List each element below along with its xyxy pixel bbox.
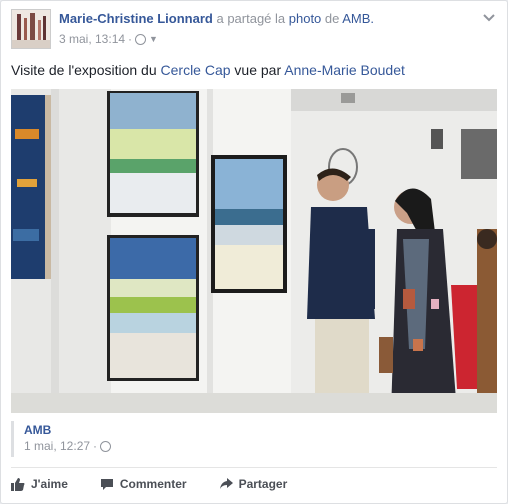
source-link[interactable]: AMB.	[342, 11, 374, 26]
author-name[interactable]: Marie-Christine Lionnard	[59, 11, 213, 26]
shared-meta: 1 mai, 12:27 ·	[24, 439, 112, 453]
shared-name[interactable]: AMB	[24, 423, 51, 437]
chevron-down-icon[interactable]	[483, 11, 495, 25]
cercle-cap-link[interactable]: Cercle Cap	[161, 62, 231, 78]
avatar-image	[12, 10, 50, 48]
de-text: de	[321, 11, 343, 26]
post-meta: 3 mai, 13:14 · ▼	[59, 32, 158, 46]
comment-label: Commenter	[119, 477, 187, 491]
share-icon	[219, 478, 233, 489]
comment-icon	[100, 479, 113, 490]
action-bar: J'aime Commenter Partager	[11, 473, 319, 495]
text-pre: Visite de l'exposition du	[11, 62, 161, 78]
shared-dot: ·	[93, 439, 98, 453]
meta-dot: ·	[128, 32, 133, 46]
exhibition-photo	[11, 89, 497, 413]
text-mid: vue par	[230, 62, 285, 78]
post-photo[interactable]	[11, 89, 497, 413]
share-button[interactable]: Partager	[219, 477, 288, 491]
post-date[interactable]: 3 mai, 13:14	[59, 32, 125, 46]
comment-button[interactable]: Commenter	[100, 477, 187, 491]
shared-attribution: AMB 1 mai, 12:27 ·	[11, 421, 500, 457]
globe-icon	[135, 33, 147, 45]
post-card: Marie-Christine Lionnard a partagé la ph…	[0, 0, 508, 504]
avatar[interactable]	[11, 9, 51, 49]
shared-text: a partagé la	[212, 11, 289, 26]
shared-date[interactable]: 1 mai, 12:27	[24, 439, 90, 453]
anne-marie-link[interactable]: Anne-Marie Boudet	[284, 62, 405, 78]
like-label: J'aime	[31, 477, 68, 491]
divider	[11, 467, 497, 468]
photo-link[interactable]: photo	[289, 11, 322, 26]
dropdown-arrow-icon[interactable]: ▼	[149, 34, 158, 44]
post-text: Visite de l'exposition du Cercle Cap vue…	[11, 62, 405, 78]
globe-icon	[100, 440, 112, 452]
like-icon	[11, 478, 25, 491]
like-button[interactable]: J'aime	[11, 477, 68, 491]
share-label: Partager	[238, 477, 288, 491]
post-header: Marie-Christine Lionnard a partagé la ph…	[59, 11, 374, 26]
